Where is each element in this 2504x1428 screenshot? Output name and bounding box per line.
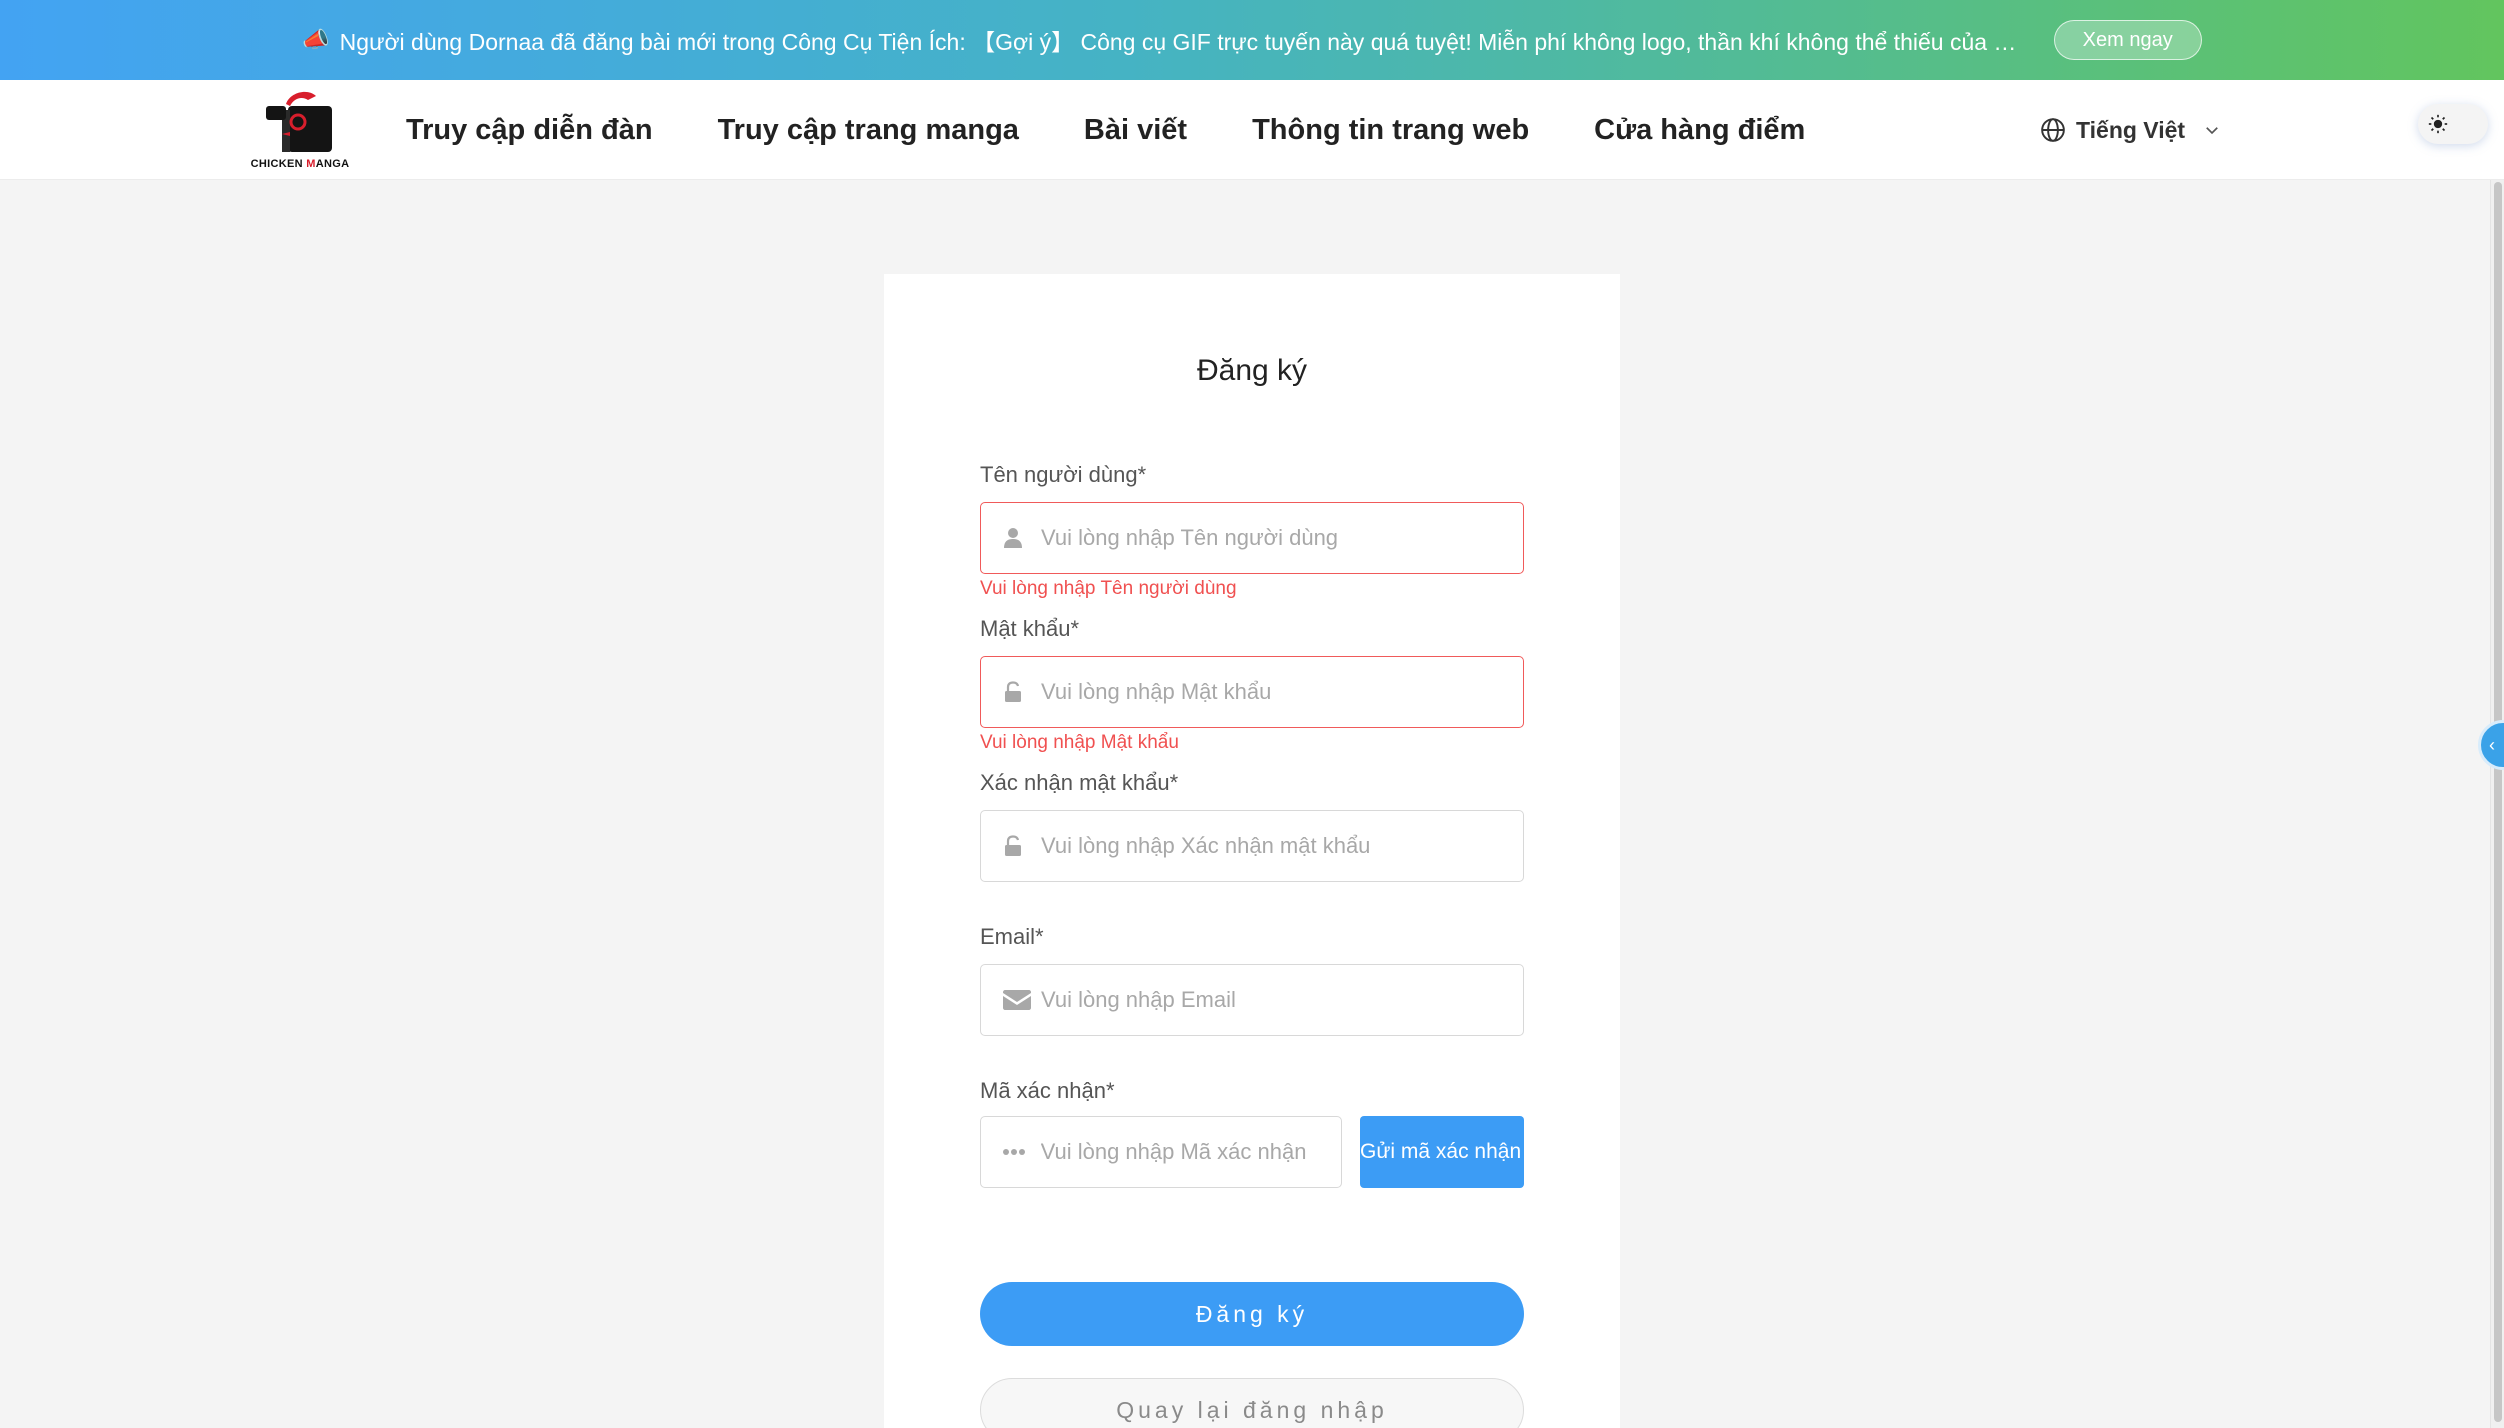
site-header: CHICKEN MANGA Truy cập diễn đàn Truy cập…: [0, 80, 2504, 180]
password-label: Mật khẩu*: [980, 616, 1080, 641]
password-field[interactable]: [980, 656, 1524, 728]
nav-manga[interactable]: Truy cập trang manga: [718, 114, 1019, 147]
username-field[interactable]: [980, 502, 1524, 574]
email-field[interactable]: [980, 964, 1524, 1036]
confirm-password-input[interactable]: [1041, 833, 1509, 859]
chevron-down-icon: [2206, 127, 2218, 135]
language-label: Tiếng Việt: [2076, 116, 2186, 143]
verification-code-label: Mã xác nhận*: [980, 1078, 1115, 1103]
megaphone-icon: 📣: [302, 27, 330, 52]
main-nav: Truy cập diễn đàn Truy cập trang manga B…: [406, 80, 1870, 180]
globe-icon: [2041, 118, 2065, 142]
user-icon: [1003, 527, 1033, 549]
confirm-password-label: Xác nhận mật khẩu*: [980, 770, 1179, 795]
confirm-password-field[interactable]: [980, 810, 1524, 882]
register-button[interactable]: Đăng ký: [980, 1282, 1524, 1346]
password-error: Vui lòng nhập Mật khẩu: [980, 732, 1179, 753]
logo-wordmark: CHICKEN MANGA: [250, 158, 350, 170]
sun-icon: [2424, 110, 2452, 138]
nav-site-info[interactable]: Thông tin trang web: [1252, 114, 1529, 147]
side-panel-toggle[interactable]: ‹: [2478, 720, 2504, 770]
verification-code-field[interactable]: [980, 1116, 1342, 1188]
chevron-left-icon: ‹: [2489, 734, 2495, 755]
username-input[interactable]: [1041, 525, 1509, 551]
username-label: Tên người dùng*: [980, 462, 1147, 487]
view-now-button[interactable]: Xem ngay: [2053, 20, 2202, 60]
chicken-manga-logo-icon: [266, 91, 332, 152]
site-logo[interactable]: CHICKEN MANGA: [248, 84, 352, 176]
unlock-icon: [1003, 835, 1033, 857]
language-selector[interactable]: Tiếng Việt: [2040, 80, 2231, 180]
announcement-text[interactable]: Người dùng Dornaa đã đăng bài mới trong …: [340, 23, 2020, 57]
nav-articles[interactable]: Bài viết: [1084, 114, 1187, 147]
nav-points-store[interactable]: Cửa hàng điểm: [1594, 114, 1805, 147]
page-title: Đăng ký: [1196, 354, 1308, 387]
unlock-icon: [1003, 681, 1033, 703]
register-card: Đăng ký Tên người dùng* Vui lòng nhập Tê…: [884, 274, 1620, 1428]
ellipsis-icon: [1003, 1148, 1033, 1156]
send-code-button[interactable]: Gửi mã xác nhận: [1360, 1116, 1524, 1188]
theme-toggle[interactable]: [2418, 104, 2488, 144]
announcement-banner: 📣 Người dùng Dornaa đã đăng bài mới tron…: [0, 0, 2504, 80]
envelope-icon: [1003, 990, 1033, 1010]
email-input[interactable]: [1041, 987, 1509, 1013]
username-error: Vui lòng nhập Tên người dùng: [980, 578, 1237, 599]
password-input[interactable]: [1041, 679, 1509, 705]
verification-code-input[interactable]: [1040, 1139, 1341, 1165]
scrollbar-thumb[interactable]: [2494, 182, 2502, 1422]
back-to-login-button[interactable]: Quay lại đăng nhập: [980, 1378, 1524, 1428]
nav-forum[interactable]: Truy cập diễn đàn: [406, 114, 653, 147]
email-label: Email*: [980, 924, 1044, 949]
